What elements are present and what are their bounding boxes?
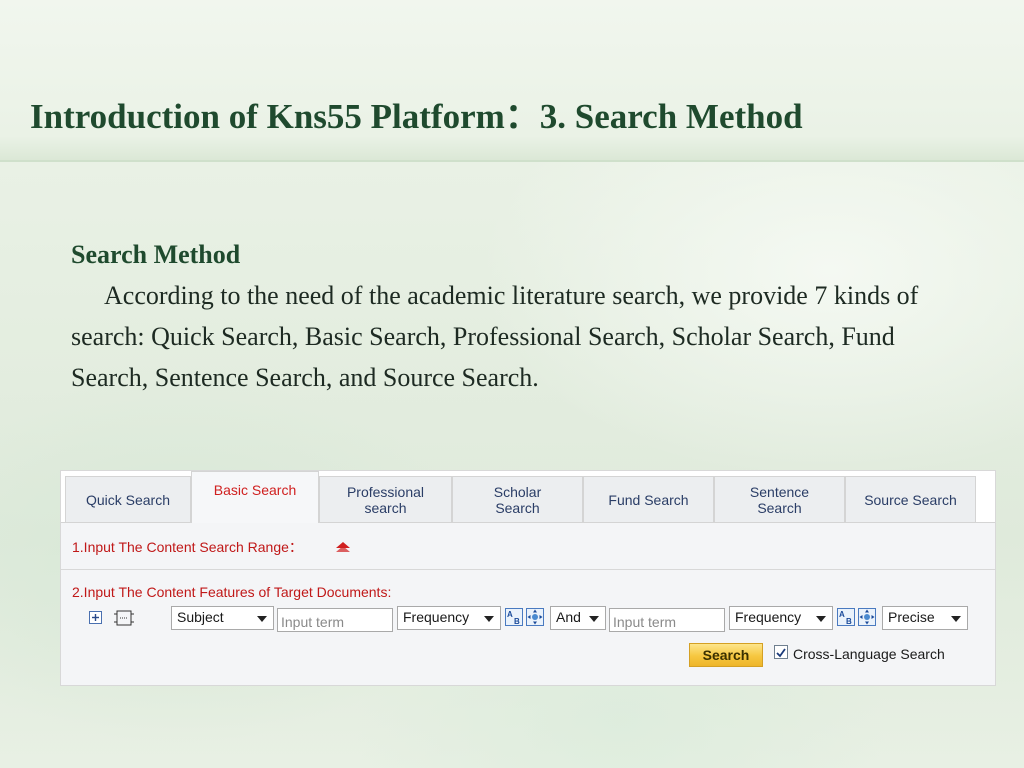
tab-basic-search[interactable]: Basic Search <box>191 471 319 523</box>
svg-text:B: B <box>846 617 852 626</box>
frequency2-select[interactable]: Frequency <box>729 606 833 630</box>
logic-select[interactable]: And <box>550 606 606 630</box>
term2-input[interactable] <box>609 608 725 632</box>
triangle-up-icon[interactable] <box>335 541 351 553</box>
content-features-label: 2.Input The Content Features of Target D… <box>72 584 392 600</box>
frequency1-value: Frequency <box>403 609 470 625</box>
frequency1-select[interactable]: Frequency <box>397 606 501 630</box>
match-select-value: Precise <box>888 609 935 625</box>
grid-icon[interactable] <box>113 609 135 627</box>
slide-body: Search Method According to the need of t… <box>71 234 951 398</box>
plus-icon[interactable] <box>89 611 102 624</box>
search-tabs: Quick Search Basic Search Professional se… <box>61 471 995 523</box>
chevron-down-icon <box>484 616 494 622</box>
chevron-down-icon <box>257 616 267 622</box>
tab-label: Source Search <box>864 491 957 508</box>
tab-label: Professional search <box>346 483 425 516</box>
tab-label: Scholar Search <box>493 483 542 516</box>
tab-sentence-search[interactable]: Sentence Search <box>714 476 845 522</box>
svg-text:A: A <box>507 610 513 619</box>
tab-source-search[interactable]: Source Search <box>845 476 976 522</box>
tab-label: Sentence Search <box>749 483 810 516</box>
tab-label: Fund Search <box>608 491 689 508</box>
chevron-down-icon <box>589 616 599 622</box>
content-features-section: 2.Input The Content Features of Target D… <box>61 570 995 685</box>
field-select-value: Subject <box>177 609 224 625</box>
ab-icon[interactable]: A B <box>505 608 523 626</box>
svg-text:B: B <box>514 617 520 626</box>
checkmark-icon <box>776 648 786 658</box>
tab-label: Quick Search <box>85 491 171 508</box>
title-bar: Introduction of Kns55 Platform：3. Search… <box>0 0 1024 162</box>
tab-fund-search[interactable]: Fund Search <box>583 476 714 522</box>
cross-language-checkbox[interactable] <box>774 645 788 659</box>
svg-text:A: A <box>839 610 845 619</box>
tab-scholar-search[interactable]: Scholar Search <box>452 476 583 522</box>
body-heading: Search Method <box>71 240 241 269</box>
slide-title: Introduction of Kns55 Platform：3. Search… <box>30 97 803 136</box>
field-select[interactable]: Subject <box>171 606 274 630</box>
search-button[interactable]: Search <box>689 643 763 667</box>
tab-quick-search[interactable]: Quick Search <box>65 476 191 522</box>
tab-professional-search[interactable]: Professional search <box>319 476 452 522</box>
logic-select-value: And <box>556 609 581 625</box>
body-paragraph: According to the need of the academic li… <box>71 281 919 392</box>
chevron-down-icon <box>816 616 826 622</box>
ab-icon[interactable]: A B <box>837 608 855 626</box>
frequency2-value: Frequency <box>735 609 802 625</box>
cross-language-label: Cross-Language Search <box>793 646 945 662</box>
content-range-section: 1.Input The Content Search Range： <box>61 523 995 570</box>
content-range-label: 1.Input The Content Search Range： <box>72 539 303 555</box>
expand-icon[interactable] <box>526 608 544 626</box>
expand-icon[interactable] <box>858 608 876 626</box>
chevron-down-icon <box>951 616 961 622</box>
term1-input[interactable] <box>277 608 393 632</box>
tab-label: Basic Search <box>213 482 297 498</box>
search-panel-screenshot: Quick Search Basic Search Professional se… <box>60 470 996 686</box>
match-select[interactable]: Precise <box>882 606 968 630</box>
